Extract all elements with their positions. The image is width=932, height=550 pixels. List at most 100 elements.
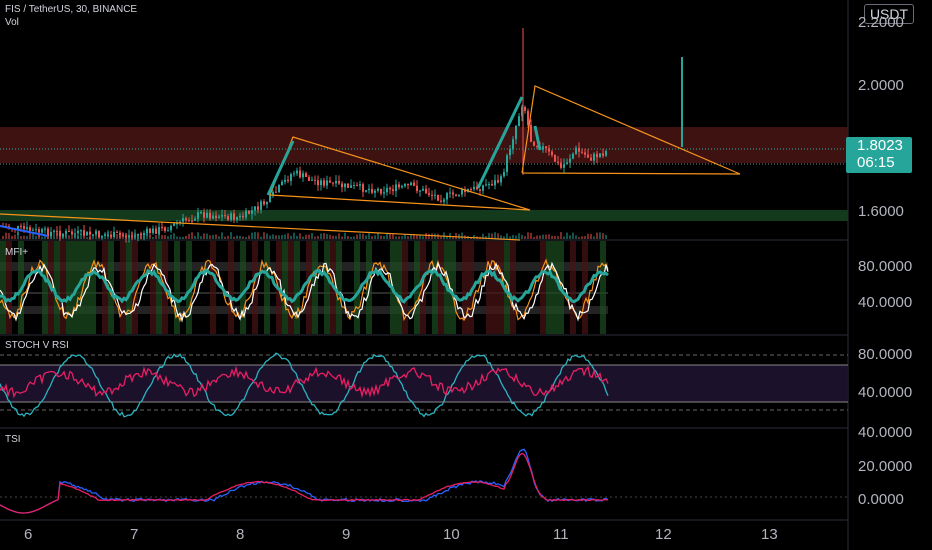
volume-bar xyxy=(602,233,604,239)
volume-bar xyxy=(293,232,295,239)
candle-body xyxy=(581,151,583,153)
candle-body xyxy=(323,180,325,186)
candle-body xyxy=(98,231,100,238)
volume-bar xyxy=(422,236,424,239)
volume-bar xyxy=(11,235,13,239)
volume-bar xyxy=(173,233,175,239)
volume-bar xyxy=(548,234,550,239)
candle-body xyxy=(428,193,430,195)
candle-body xyxy=(245,210,247,218)
volume-bar xyxy=(152,236,154,239)
candle-body xyxy=(32,229,34,231)
candle-body xyxy=(167,230,169,232)
volume-bar xyxy=(149,236,151,239)
candle-body xyxy=(368,188,370,191)
candle-body xyxy=(401,186,403,188)
volume-bar xyxy=(515,235,517,239)
mfi-bg-stripe xyxy=(462,241,468,334)
candle-body xyxy=(185,218,187,221)
candle-body xyxy=(530,124,532,142)
candle-body xyxy=(335,181,337,184)
stoch-pane-title[interactable]: STOCH V RSI xyxy=(5,340,69,351)
volume-bar xyxy=(539,235,541,239)
volume-bar xyxy=(461,232,463,239)
volume-bar xyxy=(125,233,127,239)
volume-bar xyxy=(170,234,172,239)
volume-bar xyxy=(455,232,457,239)
last-price-value: 1.8023 xyxy=(857,137,903,154)
mfi-pane-title[interactable]: MFI+ xyxy=(5,247,28,258)
volume-bar xyxy=(17,232,19,239)
candle-body xyxy=(566,162,568,165)
volume-bar xyxy=(581,236,583,239)
candle-body xyxy=(41,229,43,233)
chart-area[interactable]: FIS / TetherUS, 30, BINANCE Vol MFI+ STO… xyxy=(0,0,932,550)
volume-bar xyxy=(596,232,598,239)
volume-bar xyxy=(161,235,163,239)
symbol-title[interactable]: FIS / TetherUS, 30, BINANCE xyxy=(5,4,137,15)
candle-body xyxy=(554,155,556,162)
chart-canvas[interactable] xyxy=(0,0,932,550)
candle-body xyxy=(149,228,151,233)
volume-bar xyxy=(14,234,16,239)
candle-body xyxy=(74,233,76,235)
volume-bar xyxy=(599,232,601,239)
time-axis-label: 10 xyxy=(443,526,460,543)
volume-bar xyxy=(344,232,346,239)
volume-bar xyxy=(578,236,580,239)
candle-body xyxy=(272,191,274,195)
candle-body xyxy=(281,181,283,185)
candle-body xyxy=(416,185,418,192)
candle-body xyxy=(473,186,475,190)
candle-body xyxy=(551,151,553,156)
candle-body xyxy=(578,147,580,152)
mfi-bg-stripe xyxy=(324,241,330,334)
resistance-zone[interactable] xyxy=(0,127,848,163)
candle-body xyxy=(557,161,559,163)
volume-bar xyxy=(401,236,403,239)
candle-body xyxy=(569,158,571,163)
support-zone[interactable] xyxy=(0,210,848,221)
volume-bar xyxy=(251,232,253,239)
candle-body xyxy=(515,125,517,140)
volume-bar xyxy=(524,236,526,239)
mfi-bg-stripe xyxy=(228,241,234,334)
candle-body xyxy=(419,190,421,192)
candle-body xyxy=(602,153,604,156)
volume-bar xyxy=(191,232,193,239)
volume-bar xyxy=(317,235,319,239)
tsi-pane-title[interactable]: TSI xyxy=(5,434,21,445)
volume-bar xyxy=(92,234,94,239)
candle-body xyxy=(584,152,586,155)
candle-body xyxy=(365,190,367,192)
tsi-lines xyxy=(0,448,609,514)
mfi-bg-stripe xyxy=(546,241,552,334)
volume-bar xyxy=(212,235,214,239)
volume-bar xyxy=(587,233,589,239)
candle-body xyxy=(209,212,211,219)
candle-body xyxy=(53,230,55,233)
volume-bar xyxy=(497,233,499,239)
candle-body xyxy=(452,192,454,195)
volume-bar xyxy=(551,235,553,239)
mfi-bg-stripe xyxy=(438,241,444,334)
future-candle[interactable] xyxy=(681,57,683,147)
candle-body xyxy=(311,179,313,181)
candle-body xyxy=(299,170,301,178)
candle-body xyxy=(425,188,427,194)
candle-body xyxy=(293,173,295,175)
candle-body xyxy=(23,225,25,229)
candle-body xyxy=(86,231,88,236)
candle-body xyxy=(431,194,433,196)
volume-bar xyxy=(8,233,10,239)
mfi-bg-stripe xyxy=(312,241,318,334)
candle-body xyxy=(263,201,265,205)
volume-bar xyxy=(50,234,52,239)
candle-body xyxy=(320,180,322,186)
tsi-axis-label: 20.0000 xyxy=(858,458,913,475)
candle-body xyxy=(491,184,493,186)
candle-body xyxy=(386,187,388,193)
candle-body xyxy=(524,107,526,111)
mfi-bg-stripe xyxy=(210,241,216,334)
candle-body xyxy=(482,185,484,191)
